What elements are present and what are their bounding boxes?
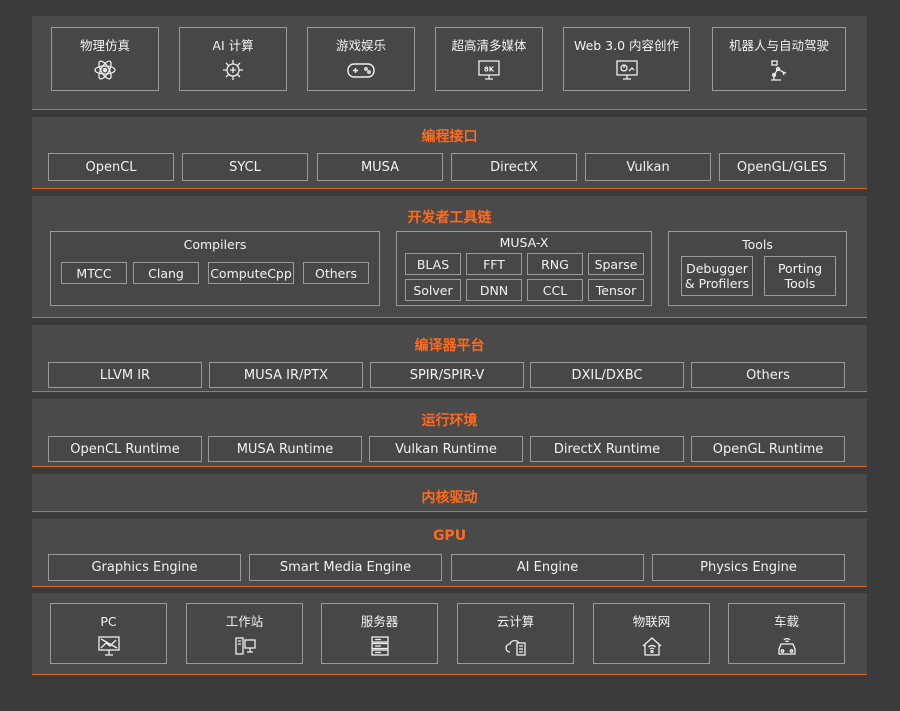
api-item: MUSA bbox=[317, 153, 443, 181]
robot-arm-icon bbox=[771, 60, 787, 81]
compiler-item: Clang bbox=[133, 262, 199, 284]
atom-icon bbox=[94, 60, 116, 80]
group-title: Compilers bbox=[183, 237, 247, 252]
car-icon bbox=[777, 638, 796, 655]
ir-item: LLVM IR bbox=[48, 362, 202, 388]
app-physics-sim: 物理仿真 bbox=[51, 27, 159, 91]
engine-item: AI Engine bbox=[451, 554, 644, 581]
applications-band: 物理仿真 AI 计算 游戏娱乐 超高清多媒体 8K Web 3.0 内容创作 机… bbox=[32, 16, 867, 110]
cloud-computing-icon bbox=[504, 639, 526, 656]
app-gaming: 游戏娱乐 bbox=[307, 27, 415, 91]
section-title: 内核驱动 bbox=[421, 490, 478, 506]
gamepad-icon bbox=[347, 63, 375, 78]
engine-item: Graphics Engine bbox=[48, 554, 241, 581]
runtime-item: MUSA Runtime bbox=[208, 436, 362, 462]
library-item: Sparse bbox=[588, 253, 644, 275]
device-cloud: 云计算 bbox=[457, 603, 574, 664]
8k-display-icon: 8K bbox=[478, 60, 500, 80]
app-uhd-media: 超高清多媒体 8K bbox=[435, 27, 543, 91]
device-pc: PC bbox=[50, 603, 167, 664]
ai-chip-icon bbox=[223, 60, 243, 80]
ir-item: Others bbox=[691, 362, 845, 388]
device-workstation: 工作站 bbox=[186, 603, 303, 664]
tools-group: Tools Debugger & Profilers Porting Tools bbox=[668, 231, 847, 306]
library-item: FFT bbox=[466, 253, 522, 275]
device-label: 服务器 bbox=[360, 614, 399, 629]
library-item: Tensor bbox=[588, 279, 644, 301]
app-label: 物理仿真 bbox=[79, 38, 130, 53]
device-label: PC bbox=[100, 614, 117, 629]
runtime-item: DirectX Runtime bbox=[530, 436, 684, 462]
compilers-group: Compilers MTCC Clang ComputeCpp Others bbox=[50, 231, 380, 306]
section-title: 运行环境 bbox=[421, 413, 478, 429]
runtime-band: 运行环境 OpenCL Runtime MUSA Runtime Vulkan … bbox=[32, 399, 867, 467]
workstation-icon bbox=[234, 637, 256, 655]
app-label: 游戏娱乐 bbox=[335, 38, 386, 53]
iot-house-icon bbox=[642, 637, 661, 656]
device-label: 物联网 bbox=[632, 614, 671, 629]
section-title: 编程接口 bbox=[421, 129, 478, 145]
app-robotics: 机器人与自动驾驶 bbox=[712, 27, 846, 91]
programming-interfaces-band: 编程接口 OpenCL SYCL MUSA DirectX Vulkan Ope… bbox=[32, 117, 867, 189]
ir-item: SPIR/SPIR-V bbox=[370, 362, 524, 388]
group-title: MUSA-X bbox=[499, 235, 549, 250]
api-item: OpenCL bbox=[48, 153, 174, 181]
device-label: 云计算 bbox=[496, 614, 535, 629]
devices-band: PC 工作站 服务器 云计算 物联网 车载 bbox=[32, 593, 867, 675]
kernel-driver-band: 内核驱动 bbox=[32, 474, 867, 512]
section-title: 编译器平台 bbox=[414, 338, 485, 354]
runtime-item: Vulkan Runtime bbox=[369, 436, 523, 462]
tool-item: Porting Tools bbox=[764, 256, 836, 296]
section-title: GPU bbox=[432, 528, 467, 544]
ir-item: DXIL/DXBC bbox=[530, 362, 684, 388]
compiler-item: Others bbox=[303, 262, 369, 284]
device-label: 工作站 bbox=[225, 614, 264, 629]
app-web3-creation: Web 3.0 内容创作 bbox=[563, 27, 690, 91]
app-label: Web 3.0 内容创作 bbox=[573, 38, 680, 53]
app-label: 机器人与自动驾驶 bbox=[728, 38, 829, 53]
library-item: CCL bbox=[527, 279, 583, 301]
runtime-item: OpenGL Runtime bbox=[691, 436, 845, 462]
runtime-item: OpenCL Runtime bbox=[48, 436, 202, 462]
monitor-chart-icon bbox=[615, 60, 638, 80]
compiler-item: ComputeCpp bbox=[208, 262, 294, 284]
compiler-platform-band: 编译器平台 LLVM IR MUSA IR/PTX SPIR/SPIR-V DX… bbox=[32, 325, 867, 392]
gpu-band: GPU Graphics Engine Smart Media Engine A… bbox=[32, 519, 867, 587]
engine-item: Smart Media Engine bbox=[249, 554, 442, 581]
server-icon bbox=[370, 636, 389, 656]
tool-item: Debugger & Profilers bbox=[681, 256, 753, 296]
compiler-item: MTCC bbox=[61, 262, 127, 284]
svg-text:8K: 8K bbox=[484, 66, 495, 74]
section-title: 开发者工具链 bbox=[407, 210, 492, 226]
api-item: OpenGL/GLES bbox=[719, 153, 845, 181]
app-ai-compute: AI 计算 bbox=[179, 27, 287, 91]
device-iot: 物联网 bbox=[593, 603, 710, 664]
device-server: 服务器 bbox=[321, 603, 438, 664]
device-vehicle: 车载 bbox=[728, 603, 845, 664]
api-item: Vulkan bbox=[585, 153, 711, 181]
library-item: Solver bbox=[405, 279, 461, 301]
app-label: AI 计算 bbox=[212, 38, 254, 53]
musa-x-group: MUSA-X BLAS FFT RNG Sparse Solver DNN CC… bbox=[396, 231, 652, 306]
app-label: 超高清多媒体 bbox=[451, 38, 527, 53]
ir-item: MUSA IR/PTX bbox=[209, 362, 363, 388]
api-item: DirectX bbox=[451, 153, 577, 181]
library-item: BLAS bbox=[405, 253, 461, 275]
library-item: RNG bbox=[527, 253, 583, 275]
device-label: 车载 bbox=[773, 614, 799, 629]
developer-toolchain-band: 开发者工具链 Compilers MTCC Clang ComputeCpp O… bbox=[32, 196, 867, 318]
library-item: DNN bbox=[466, 279, 522, 301]
engine-item: Physics Engine bbox=[652, 554, 845, 581]
api-item: SYCL bbox=[182, 153, 308, 181]
pc-monitor-icon bbox=[97, 636, 120, 656]
group-title: Tools bbox=[742, 237, 773, 252]
